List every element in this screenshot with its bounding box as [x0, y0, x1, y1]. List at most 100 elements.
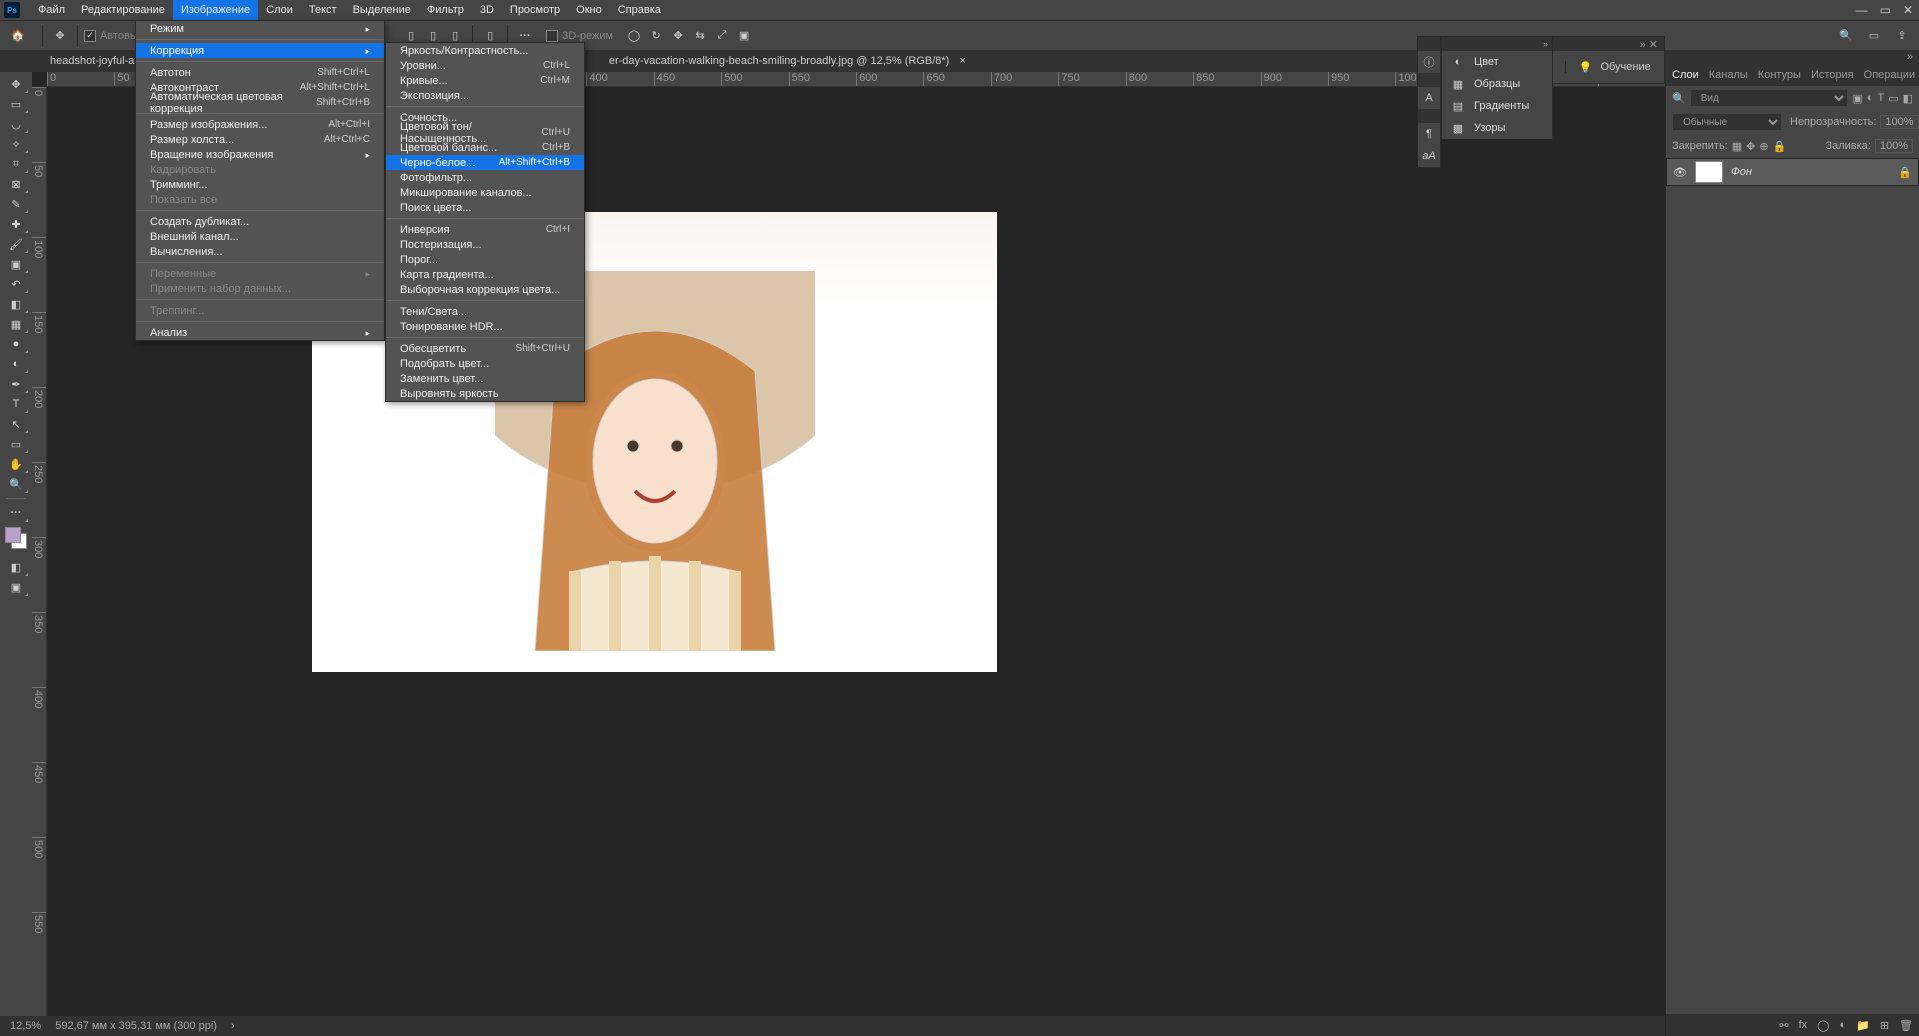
clone-tool[interactable]: ▣	[2, 254, 30, 274]
menuitem[interactable]: ОбесцветитьShift+Ctrl+U	[386, 341, 584, 356]
menuitem[interactable]: Создать дубликат...	[136, 214, 384, 229]
close-icon[interactable]: ✕	[1903, 3, 1913, 17]
tab-слои[interactable]: Слои	[1672, 69, 1699, 81]
menuitem[interactable]: Уровни...Ctrl+L	[386, 58, 584, 73]
filter-shape-icon[interactable]: ▭	[1888, 92, 1898, 105]
menuitem[interactable]: Внешний канал...	[136, 229, 384, 244]
healing-tool[interactable]: ✚	[2, 214, 30, 234]
3d-pan-icon[interactable]: ✥	[667, 25, 689, 47]
layer-name[interactable]: Фон	[1731, 166, 1752, 178]
layer-filter[interactable]: Вид	[1690, 89, 1849, 107]
opacity-value[interactable]: 100%	[1880, 115, 1918, 129]
filter-adjust-icon[interactable]: ◐	[1867, 92, 1874, 104]
color-swatch[interactable]	[5, 527, 27, 549]
group-icon[interactable]: 📁	[1856, 1019, 1870, 1032]
expand-icon[interactable]: »	[1907, 51, 1913, 63]
menuitem[interactable]: Экспозиция...	[386, 88, 584, 103]
menu-3d[interactable]: 3D	[472, 0, 502, 20]
eraser-tool[interactable]: ◧	[2, 294, 30, 314]
menu-редактирование[interactable]: Редактирование	[73, 0, 173, 20]
zoom-level[interactable]: 12,5%	[10, 1020, 41, 1032]
menuitem[interactable]: Анализ	[136, 325, 384, 340]
3d-camera-icon[interactable]: ▣	[733, 25, 755, 47]
pen-tool[interactable]: ✒	[2, 374, 30, 394]
screenmode-icon[interactable]: ▣	[2, 577, 30, 597]
menuitem[interactable]: Яркость/Контрастность...	[386, 43, 584, 58]
panel-patterns[interactable]: ▩Узоры	[1442, 117, 1552, 139]
mask-icon[interactable]: ◯	[1817, 1019, 1829, 1032]
workspace-icon[interactable]: ▭	[1863, 25, 1885, 47]
menuitem[interactable]: Карта градиента...	[386, 267, 584, 282]
fx-icon[interactable]: fx	[1799, 1019, 1808, 1031]
edit-toolbar-icon[interactable]: ···	[2, 503, 30, 523]
menuitem[interactable]: Порог...	[386, 252, 584, 267]
type-tool[interactable]: T	[2, 394, 30, 414]
menuitem[interactable]: Тримминг...	[136, 177, 384, 192]
close-tab-icon[interactable]: ×	[959, 55, 965, 67]
menu-файл[interactable]: Файл	[30, 0, 73, 20]
share-icon[interactable]: ⇪	[1891, 25, 1913, 47]
panel-gradients[interactable]: ▤Градиенты	[1442, 95, 1552, 117]
filter-type-icon[interactable]: T	[1877, 92, 1884, 104]
menu-фильтр[interactable]: Фильтр	[419, 0, 472, 20]
menuitem[interactable]: Кривые...Ctrl+M	[386, 73, 584, 88]
menuitem[interactable]: Микширование каналов...	[386, 185, 584, 200]
tab-каналы[interactable]: Каналы	[1709, 69, 1748, 81]
menuitem[interactable]: Заменить цвет...	[386, 371, 584, 386]
lasso-tool[interactable]: ◡	[2, 114, 30, 134]
menuitem[interactable]: Фотофильтр...	[386, 170, 584, 185]
menuitem[interactable]: ИнверсияCtrl+I	[386, 222, 584, 237]
dodge-tool[interactable]: ◐	[2, 354, 30, 374]
filter-smart-icon[interactable]: ◧	[1903, 92, 1913, 105]
menu-выделение[interactable]: Выделение	[345, 0, 419, 20]
menuitem[interactable]: Цветовой баланс...Ctrl+B	[386, 140, 584, 155]
tab-история[interactable]: История	[1811, 69, 1854, 81]
menuitem[interactable]: Подобрать цвет...	[386, 356, 584, 371]
paragraph-icon[interactable]: ¶	[1418, 123, 1440, 145]
menuitem[interactable]: Режим	[136, 21, 384, 36]
lock-pixels-icon[interactable]: ▦	[1732, 140, 1742, 153]
move-tool[interactable]: ✥	[2, 74, 30, 94]
expand-strip[interactable]	[1418, 37, 1440, 51]
blend-mode[interactable]: Обычные	[1672, 113, 1782, 131]
menuitem[interactable]: Выровнять яркость	[386, 386, 584, 401]
search-icon[interactable]: 🔍	[1835, 25, 1857, 47]
fill-value[interactable]: 100%	[1875, 139, 1913, 153]
layer-thumbnail[interactable]	[1695, 161, 1723, 183]
lock-all-icon[interactable]: 🔒	[1773, 140, 1787, 153]
menuitem[interactable]: Вычисления...	[136, 244, 384, 259]
menuitem[interactable]: Коррекция	[136, 43, 384, 58]
menuitem[interactable]: Тонирование HDR...	[386, 319, 584, 334]
panel-expand-icon[interactable]: »	[1543, 39, 1548, 49]
status-arrow-icon[interactable]: ›	[231, 1020, 235, 1032]
info-icon[interactable]: ⓘ	[1418, 51, 1440, 73]
menu-текст[interactable]: Текст	[301, 0, 345, 20]
zoom-tool[interactable]: 🔍	[2, 474, 30, 494]
panel-swatches[interactable]: ▦Образцы	[1442, 73, 1552, 95]
quickmask-icon[interactable]: ◧	[2, 557, 30, 577]
menuitem[interactable]: Выборочная коррекция цвета...	[386, 282, 584, 297]
menuitem[interactable]: Черно-белое...Alt+Shift+Ctrl+B	[386, 155, 584, 170]
3d-slide-icon[interactable]: ⇆	[689, 25, 711, 47]
minimize-icon[interactable]: —	[1856, 3, 1868, 17]
link-icon[interactable]: ⚯	[1779, 1019, 1788, 1032]
hand-tool[interactable]: ✋	[2, 454, 30, 474]
move-tool-indicator[interactable]: ✥	[49, 25, 71, 47]
3d-zoom-icon[interactable]: ⤢	[711, 25, 733, 47]
menuitem[interactable]: Поиск цвета...	[386, 200, 584, 215]
learn-button[interactable]: 💡Обучение	[1566, 61, 1665, 74]
eyedropper-tool[interactable]: ✎	[2, 194, 30, 214]
restore-icon[interactable]: ▭	[1880, 3, 1891, 17]
menuitem[interactable]: АвтотонShift+Ctrl+L	[136, 65, 384, 80]
menuitem[interactable]: Размер изображения...Alt+Ctrl+I	[136, 117, 384, 132]
menu-слои[interactable]: Слои	[258, 0, 301, 20]
tab-контуры[interactable]: Контуры	[1758, 69, 1801, 81]
crop-tool[interactable]: ⌗	[2, 154, 30, 174]
menu-окно[interactable]: Окно	[568, 0, 610, 20]
delete-icon[interactable]: 🗑	[1899, 1019, 1913, 1032]
home-icon[interactable]: 🏠	[8, 26, 28, 46]
3d-orbit-icon[interactable]: ◯	[623, 25, 645, 47]
menuitem[interactable]: Размер холста...Alt+Ctrl+C	[136, 132, 384, 147]
blur-tool[interactable]: ●	[2, 334, 30, 354]
panel-color[interactable]: ◐Цвет	[1442, 51, 1552, 73]
